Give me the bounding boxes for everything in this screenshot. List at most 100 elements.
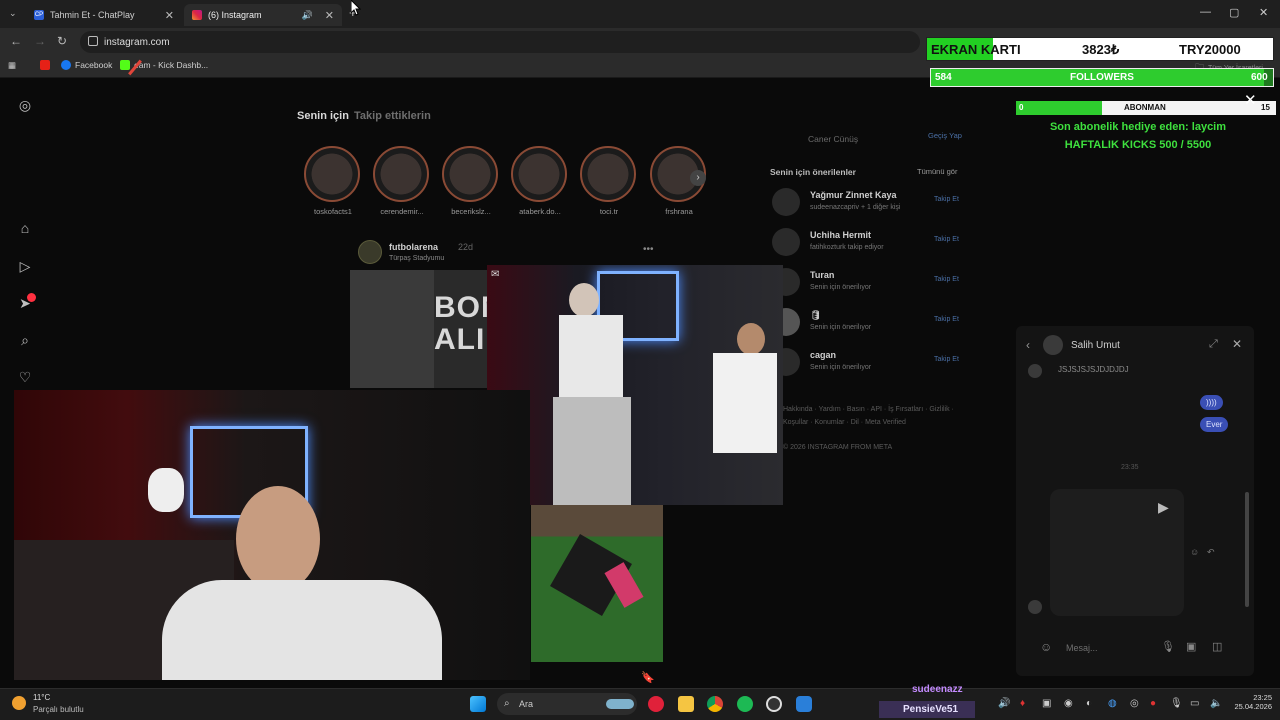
post-author-name[interactable]: futbolarena — [389, 242, 438, 252]
story-item[interactable]: toci.tr — [580, 146, 638, 216]
tray-app-icon[interactable]: ♦ — [1020, 698, 1025, 709]
chat-contact-name[interactable]: Salih Umut — [1071, 340, 1120, 351]
apps-grid-icon[interactable]: ▦ — [8, 60, 16, 71]
reply-icon[interactable]: ↶ — [1207, 547, 1215, 558]
post-author-avatar[interactable] — [358, 240, 382, 264]
follow-button[interactable]: Takip Et — [934, 276, 959, 283]
follow-button[interactable]: Takip Et — [934, 236, 959, 243]
tray-app-icon[interactable]: ◐ — [1086, 698, 1092, 709]
tray-app-icon[interactable]: ◎ — [1130, 698, 1139, 709]
url-field[interactable]: instagram.com — [80, 31, 920, 53]
weather-icon[interactable] — [12, 696, 26, 710]
mute-icon[interactable]: ✉ — [491, 269, 499, 280]
suggestion-name[interactable]: Turan — [810, 270, 834, 280]
story-avatar — [580, 146, 636, 202]
site-info-icon[interactable] — [88, 36, 98, 46]
maximize-icon[interactable]: ▢ — [1229, 6, 1239, 19]
suggestion-name[interactable]: cagan — [810, 350, 836, 360]
follow-button[interactable]: Takip Et — [934, 316, 959, 323]
save-icon[interactable]: 🔖 — [641, 671, 655, 684]
tab-for-you[interactable]: Senin için — [297, 110, 349, 122]
expand-icon[interactable]: ⤢ — [1209, 338, 1218, 351]
footer-links[interactable]: Hakkında · Yardım · Basın · API · İş Fır… — [783, 406, 954, 413]
emoji-icon[interactable]: ☺ — [1040, 640, 1052, 654]
speaker-icon[interactable]: 🔊 — [302, 10, 313, 21]
tab-instagram[interactable]: (6) Instagram 🔊 ✕ — [184, 4, 342, 26]
media-player-icon[interactable] — [648, 696, 664, 712]
tray-mic-icon[interactable]: 🎙 — [1170, 698, 1183, 709]
post-video[interactable]: BON ALINI — [350, 270, 488, 388]
chat-scrollbar[interactable] — [1245, 492, 1249, 607]
forward-icon[interactable]: → — [34, 34, 46, 48]
window-close-icon[interactable]: ✕ — [1259, 6, 1268, 19]
airplane-app-icon[interactable] — [606, 699, 634, 709]
tray-app-icon[interactable]: ▣ — [1042, 698, 1051, 709]
heart-icon[interactable]: ♡ — [17, 369, 33, 385]
close-icon[interactable]: ✕ — [325, 9, 334, 22]
close-icon[interactable]: ✕ — [1232, 337, 1242, 351]
back-icon[interactable]: ‹ — [1026, 338, 1030, 352]
avatar[interactable] — [772, 188, 800, 216]
story-item[interactable]: cerendemir... — [373, 146, 431, 216]
network-icon[interactable]: ▭ — [1190, 698, 1199, 709]
tab-search-icon[interactable]: ⌄ — [9, 8, 17, 19]
stories-next-icon[interactable]: › — [690, 170, 706, 186]
sticker-icon[interactable]: ◫ — [1212, 640, 1222, 653]
chatplay-favicon: CP — [34, 10, 44, 20]
volume-icon[interactable]: 🔊 — [998, 698, 1010, 709]
story-item[interactable]: toskofacts1 — [304, 146, 362, 216]
tray-app-icon[interactable]: ◉ — [1064, 698, 1073, 709]
story-avatar — [442, 146, 498, 202]
tray-app-icon[interactable]: ◍ — [1108, 698, 1117, 709]
windows-start-icon[interactable] — [470, 696, 486, 712]
weather-temp[interactable]: 11°C — [33, 693, 50, 702]
story-item[interactable]: ataberk.do... — [511, 146, 569, 216]
app-icon[interactable] — [796, 696, 812, 712]
tab-chatplay[interactable]: CP Tahmin Et - ChatPlay ✕ — [26, 4, 182, 26]
close-icon[interactable]: ✕ — [1244, 91, 1257, 109]
cat-figure — [148, 468, 184, 512]
story-name: ataberk.do... — [519, 207, 561, 216]
suggestion-name[interactable]: Yağmur Zinnet Kaya — [810, 190, 897, 200]
avatar[interactable] — [772, 228, 800, 256]
jersey — [713, 353, 777, 453]
play-icon[interactable]: ▶ — [1158, 499, 1169, 516]
react-icon[interactable]: ☺ — [1190, 547, 1199, 557]
spotify-icon[interactable] — [737, 696, 753, 712]
avatar[interactable] — [1043, 335, 1063, 355]
instagram-logo-icon[interactable]: ◎ — [17, 97, 33, 113]
suggestion-name[interactable]: Uchiha Hermit — [810, 230, 871, 240]
story-item[interactable]: becerikslz... — [442, 146, 500, 216]
more-options-icon[interactable]: ••• — [643, 244, 654, 255]
suggestion-name[interactable]: 🛢 — [810, 310, 821, 321]
tray-app-icon[interactable]: ● — [1150, 698, 1156, 709]
reload-icon[interactable]: ↻ — [57, 34, 67, 48]
message-input[interactable]: Mesaj... — [1066, 643, 1098, 653]
back-icon[interactable]: ← — [10, 34, 22, 48]
bookmark-facebook[interactable]: Facebook — [61, 60, 112, 70]
taskbar-clock[interactable]: 23:25 25.04.2026 — [1228, 693, 1272, 711]
chat-video-message[interactable]: ▶ — [1050, 489, 1184, 616]
chrome-icon[interactable] — [707, 696, 723, 712]
weather-status[interactable]: Parçalı bulutlu — [33, 705, 84, 714]
post-location[interactable]: Türpaş Stadyumu — [389, 255, 444, 262]
person-head — [737, 323, 765, 355]
reels-icon[interactable]: ▷ — [17, 258, 33, 274]
search-icon[interactable]: ⌕ — [17, 332, 33, 348]
footer-links[interactable]: Koşullar · Konumlar · Dil · Meta Verifie… — [783, 419, 906, 426]
follow-button[interactable]: Takip Et — [934, 196, 959, 203]
football-video[interactable] — [531, 505, 663, 662]
close-icon[interactable]: ✕ — [165, 9, 174, 22]
speaker-icon[interactable]: 🔈 — [1210, 698, 1222, 709]
switch-account-link[interactable]: Geçiş Yap — [928, 131, 962, 140]
tab-following[interactable]: Takip ettiklerin — [354, 110, 431, 122]
see-all-link[interactable]: Tümünü gör — [917, 167, 957, 176]
obs-icon[interactable] — [766, 696, 782, 712]
follow-button[interactable]: Takip Et — [934, 356, 959, 363]
file-explorer-icon[interactable] — [678, 696, 694, 712]
minimize-icon[interactable]: — — [1200, 6, 1211, 18]
microphone-icon[interactable]: 🎙 — [1161, 640, 1175, 653]
youtube-bookmark[interactable] — [40, 60, 50, 70]
image-icon[interactable]: ▣ — [1186, 640, 1196, 653]
home-icon[interactable]: ⌂ — [17, 220, 33, 236]
